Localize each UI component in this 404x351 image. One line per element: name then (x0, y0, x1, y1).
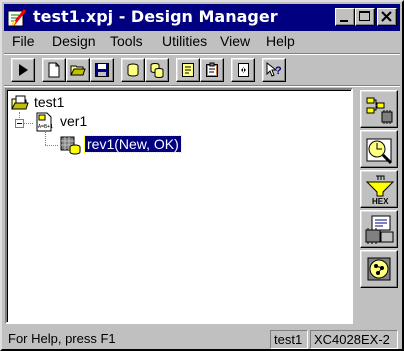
menu-tools[interactable]: Tools (110, 33, 143, 49)
tree-version-label[interactable]: ver1 (60, 113, 87, 129)
menu-help[interactable]: Help (266, 33, 295, 49)
report-icon (182, 63, 194, 77)
save-disk-icon (95, 63, 109, 77)
menu-view[interactable]: View (220, 33, 250, 49)
run-button[interactable] (11, 58, 35, 82)
timing-analyzer-button[interactable] (360, 250, 398, 288)
menu-bar: File Design Tools Utilities View Help (4, 32, 400, 52)
context-help-button[interactable]: ? (262, 58, 286, 82)
design-entry-icon (366, 97, 393, 124)
close-icon (381, 11, 392, 22)
maximize-button[interactable] (355, 8, 375, 26)
open-button[interactable] (66, 58, 90, 82)
context-help-icon: ? (266, 62, 282, 77)
data-button-2[interactable] (145, 58, 169, 82)
close-button[interactable] (377, 8, 397, 26)
open-folder-icon (70, 65, 86, 76)
new-file-button[interactable] (42, 58, 66, 82)
tree-line (24, 123, 33, 124)
hex-prom-icon: HEX (365, 175, 395, 206)
menu-design[interactable]: Design (52, 33, 96, 49)
status-help-text: For Help, press F1 (8, 331, 116, 346)
window-title: test1.xpj - Design Manager (33, 7, 278, 26)
tree-line (45, 132, 46, 145)
programmer-button[interactable] (360, 210, 398, 248)
toolbar-separator (4, 85, 400, 87)
svg-text:A=B+1: A=B+1 (38, 124, 53, 130)
menu-utilities[interactable]: Utilities (162, 33, 207, 49)
minimize-icon (340, 20, 348, 22)
app-icon[interactable] (7, 8, 27, 28)
status-project: test1 (270, 330, 308, 349)
version-icon[interactable]: A=B+1 (34, 112, 54, 132)
clipboard-button[interactable] (200, 58, 224, 82)
tree-project-label[interactable]: test1 (34, 94, 64, 110)
design-entry-button[interactable] (360, 90, 398, 128)
status-device: XC4028EX-2 (310, 330, 398, 349)
hex-prom-button[interactable]: HEX (360, 170, 398, 208)
data-button-1[interactable] (121, 58, 145, 82)
project-tree[interactable]: test1 A=B+1 ver1 rev1(New, OK) (5, 88, 353, 324)
menu-file[interactable]: File (12, 33, 35, 49)
project-folder-icon[interactable] (11, 94, 29, 112)
tree-line (45, 145, 58, 146)
clipboard-icon (206, 62, 218, 77)
page-button[interactable] (231, 58, 255, 82)
cylinder-icon (127, 63, 139, 77)
svg-text:?: ? (275, 65, 282, 77)
page-arrows-icon (238, 63, 249, 77)
tree-revision-label[interactable]: rev1(New, OK) (84, 135, 182, 153)
revision-chip-icon[interactable] (59, 135, 81, 155)
timing-analyzer-icon (367, 257, 391, 281)
simulation-timer-icon (366, 138, 393, 165)
flow-toolbar: HEX (358, 88, 402, 324)
minimize-button[interactable] (335, 8, 355, 26)
hex-label: HEX (372, 197, 389, 206)
chip-programmer-icon (365, 215, 394, 244)
maximize-icon (359, 11, 370, 21)
status-bar: For Help, press F1 test1 XC4028EX-2 (4, 328, 400, 350)
collapse-toggle[interactable] (15, 119, 24, 128)
report-button[interactable] (176, 58, 200, 82)
simulation-button[interactable] (360, 130, 398, 168)
save-button[interactable] (90, 58, 114, 82)
new-file-icon (48, 62, 60, 78)
play-icon (19, 64, 28, 76)
application-window: test1.xpj - Design Manager File Design T… (0, 0, 404, 351)
toolbar: ? (4, 55, 400, 85)
cylinders-icon (150, 63, 164, 78)
title-bar[interactable]: test1.xpj - Design Manager (4, 4, 400, 31)
